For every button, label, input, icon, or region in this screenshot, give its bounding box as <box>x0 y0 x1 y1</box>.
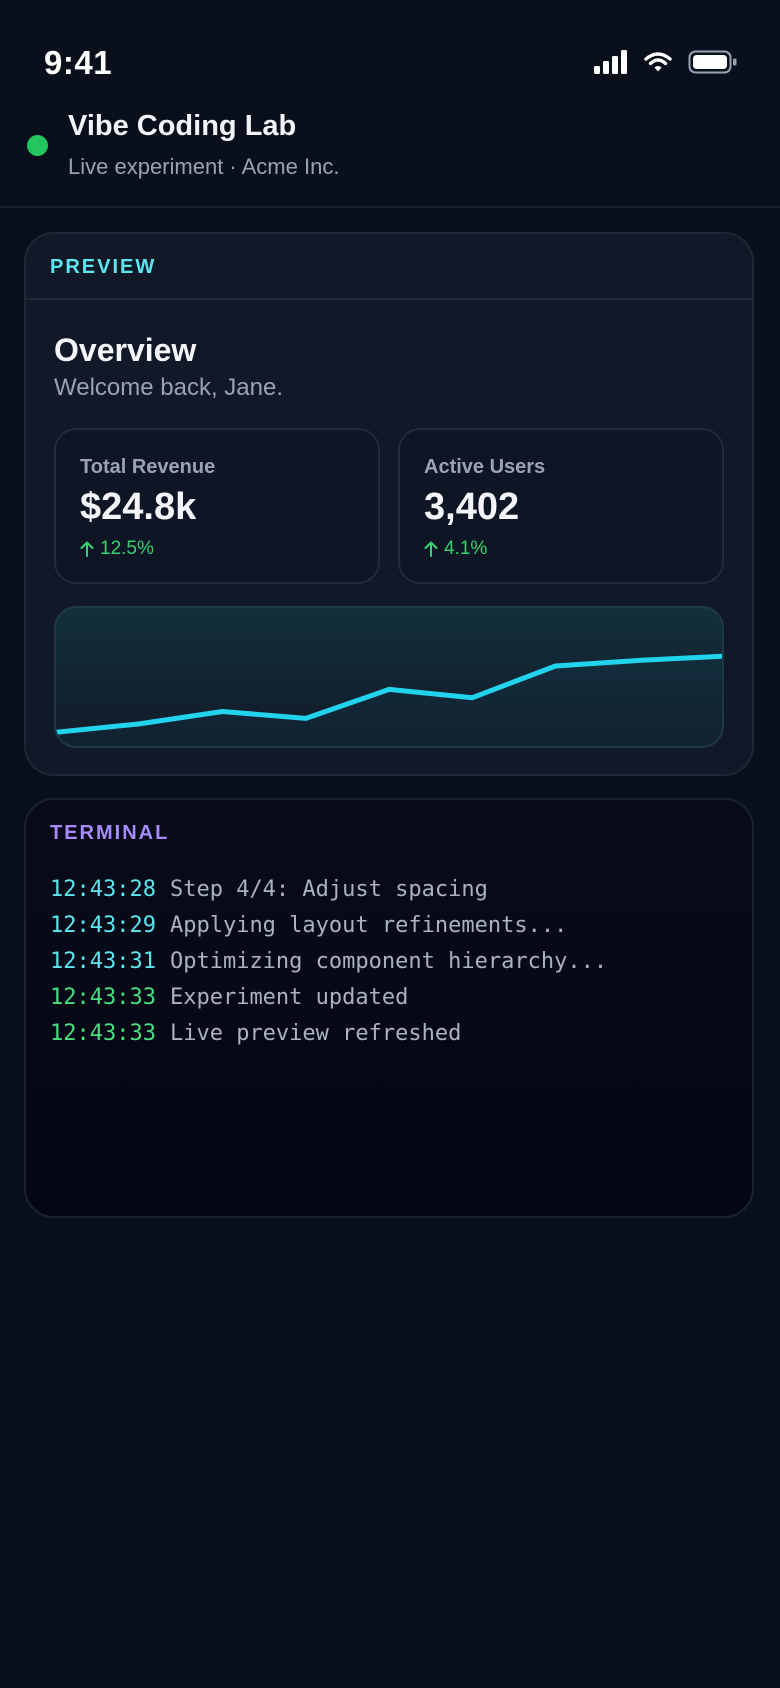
app-title: Vibe Coding Lab <box>68 110 297 142</box>
terminal-panel: TERMINAL 12:43:28 Step 4/4: Adjust spacin… <box>24 798 754 1218</box>
terminal-line: 12:43:33 Live preview refreshed <box>50 1016 607 1052</box>
preview-label: PREVIEW <box>50 256 157 278</box>
live-status-dot <box>27 135 48 156</box>
status-icons <box>594 50 738 74</box>
overview-title: Overview <box>54 332 197 368</box>
log-timestamp: 12:43:33 <box>50 1021 156 1046</box>
battery-icon <box>688 50 737 74</box>
stat-label: Active Users <box>424 456 546 478</box>
stat-change: 4.1% <box>424 538 487 560</box>
log-timestamp: 12:43:33 <box>50 985 156 1010</box>
app-subtitle: Live experiment · Acme Inc. <box>68 154 340 179</box>
terminal-label: TERMINAL <box>50 822 170 844</box>
cellular-signal-icon <box>594 50 627 74</box>
terminal-log: 12:43:28 Step 4/4: Adjust spacing 12:43:2… <box>50 872 607 1052</box>
stat-card-active-users[interactable]: Active Users 3,402 4.1% <box>398 428 724 584</box>
terminal-line: 12:43:28 Step 4/4: Adjust spacing <box>50 872 607 908</box>
terminal-line: 12:43:31 Optimizing component hierarchy..… <box>50 944 607 980</box>
status-bar: 9:41 <box>0 0 780 100</box>
log-message: Applying layout refinements... <box>169 913 568 938</box>
app-header: Vibe Coding Lab Live experiment · Acme I… <box>0 100 780 208</box>
preview-panel: PREVIEW Overview Welcome back, Jane. Tot… <box>24 232 754 776</box>
trend-area <box>56 656 722 746</box>
log-message: Step 4/4: Adjust spacing <box>169 877 488 902</box>
trend-chart-svg <box>56 653 722 746</box>
trend-chart <box>54 606 724 748</box>
overview-subtitle: Welcome back, Jane. <box>54 374 283 401</box>
log-timestamp: 12:43:31 <box>50 949 156 974</box>
stat-change-value: 12.5% <box>100 538 154 559</box>
arrow-up-icon <box>424 541 438 557</box>
arrow-up-icon <box>80 541 94 557</box>
log-message: Experiment updated <box>169 985 409 1010</box>
log-timestamp: 12:43:29 <box>50 913 156 938</box>
stat-change-value: 4.1% <box>444 538 488 559</box>
preview-divider <box>26 298 752 300</box>
terminal-line: 12:43:29 Applying layout refinements... <box>50 908 607 944</box>
stat-value: $24.8k <box>80 486 197 528</box>
stat-change: 12.5% <box>80 538 154 560</box>
stat-label: Total Revenue <box>80 456 216 478</box>
log-timestamp: 12:43:28 <box>50 877 156 902</box>
terminal-line: 12:43:33 Experiment updated <box>50 980 607 1016</box>
log-message: Live preview refreshed <box>169 1021 462 1046</box>
status-time: 9:41 <box>44 44 113 81</box>
stat-card-total-revenue[interactable]: Total Revenue $24.8k 12.5% <box>54 428 380 584</box>
log-message: Optimizing component hierarchy... <box>169 949 608 974</box>
stat-value: 3,402 <box>424 486 520 528</box>
wifi-icon <box>644 52 672 72</box>
